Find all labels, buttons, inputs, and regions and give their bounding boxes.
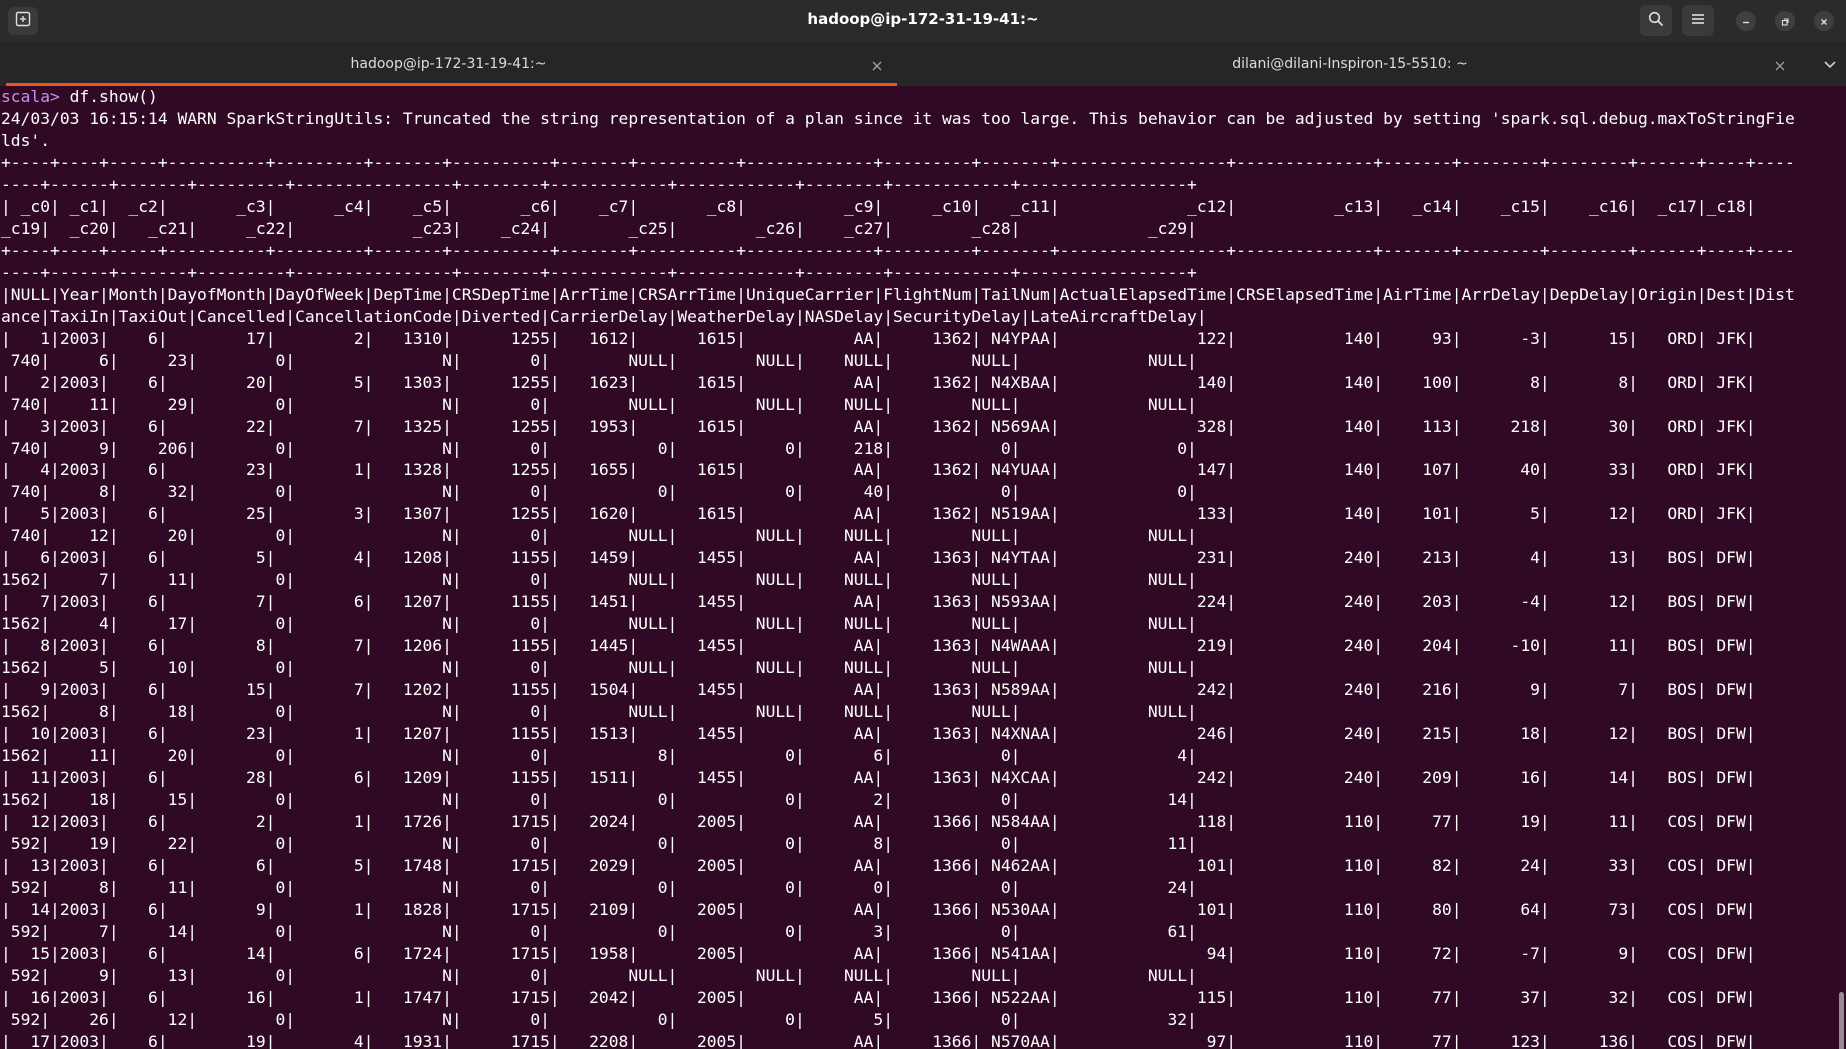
output-line: 1562| 18| 15| 0| N| 0| 0| 0| 2| 0| 14|	[1, 790, 1197, 809]
tab-dilani[interactable]: dilani@dilani-Inspiron-15-5510: ~	[897, 42, 1803, 86]
maximize-button[interactable]	[1775, 11, 1795, 31]
output-line: | 8|2003| 6| 8| 7| 1206| 1155| 1445| 145…	[1, 636, 1756, 656]
output-line: | 4|2003| 6| 23| 1| 1328| 1255| 1655| 16…	[1, 460, 1756, 480]
menu-button[interactable]	[1682, 5, 1714, 36]
search-icon	[1648, 11, 1664, 31]
close-icon	[1819, 12, 1829, 31]
tab-bar: hadoop@ip-172-31-19-41:~ dilani@dilani-I…	[0, 42, 1846, 86]
output-line: +----+----+-----+----------+---------+--…	[1, 152, 1795, 172]
output-line: ance|TaxiIn|TaxiOut|Cancelled|Cancellati…	[1, 306, 1207, 326]
command-text: df.show()	[69, 87, 158, 106]
output-line: | 14|2003| 6| 9| 1| 1828| 1715| 2109| 20…	[1, 899, 1756, 919]
output-line: 592| 26| 12| 0| N| 0| 0| 0| 5| 0| 32|	[1, 1009, 1197, 1029]
output-line: | 3|2003| 6| 22| 7| 1325| 1255| 1953| 16…	[1, 416, 1756, 436]
output-line: lds'.	[1, 130, 51, 150]
output-line: | 9|2003| 6| 15| 7| 1202| 1155| 1504| 14…	[1, 680, 1756, 700]
output-line: 1562| 7| 11| 0| N| 0| NULL| NULL| NULL| …	[1, 570, 1197, 590]
output-line: | 2|2003| 6| 20| 5| 1303| 1255| 1623| 16…	[1, 372, 1756, 392]
tab-label: hadoop@ip-172-31-19-41:~	[350, 56, 547, 72]
chevron-down-icon[interactable]	[1822, 56, 1838, 72]
prompt-line: scala> df.show()	[1, 86, 1846, 108]
output-line: | 11|2003| 6| 28| 6| 1209| 1155| 1511| 1…	[1, 768, 1756, 788]
output-line: ----+------+-------+---------+----------…	[1, 262, 1197, 282]
output-line: 1562| 4| 17| 0| N| 0| NULL| NULL| NULL| …	[1, 614, 1197, 634]
output-line: | 15|2003| 6| 14| 6| 1724| 1715| 1958| 2…	[1, 943, 1756, 963]
output-line: 592| 8| 11| 0| N| 0| 0| 0| 0| 0| 24|	[1, 877, 1197, 897]
output-line: +----+----+-----+----------+---------+--…	[1, 240, 1795, 260]
output-line: 1562| 11| 20| 0| N| 0| 8| 0| 6| 0| 4|	[1, 746, 1197, 766]
output-line: _c19| _c20| _c21| _c22| _c23| _c24| _c25…	[1, 218, 1197, 238]
output-line: 740| 11| 29| 0| N| 0| NULL| NULL| NULL| …	[1, 394, 1197, 414]
output-line: | 12|2003| 6| 2| 1| 1726| 1715| 2024| 20…	[1, 811, 1756, 831]
output-line: | 6|2003| 6| 5| 4| 1208| 1155| 1459| 145…	[1, 548, 1756, 568]
output-line: 1562| 8| 18| 0| N| 0| NULL| NULL| NULL| …	[1, 702, 1197, 722]
output-line: 1562| 5| 10| 0| N| 0| NULL| NULL| NULL| …	[1, 658, 1197, 678]
output-line: 740| 6| 23| 0| N| 0| NULL| NULL| NULL| N…	[1, 350, 1197, 370]
shell-prompt: scala>	[1, 87, 70, 106]
tab-close-icon[interactable]	[871, 57, 883, 71]
minimize-button[interactable]	[1736, 11, 1756, 31]
output-line: | 13|2003| 6| 6| 5| 1748| 1715| 2029| 20…	[1, 855, 1756, 875]
output-line: 592| 19| 22| 0| N| 0| 0| 0| 8| 0| 11|	[1, 833, 1197, 853]
output-line: | 10|2003| 6| 23| 1| 1207| 1155| 1513| 1…	[1, 724, 1756, 744]
terminal-output[interactable]: scala> df.show() 24/03/03 16:15:14 WARN S…	[0, 86, 1846, 1049]
window-title: hadoop@ip-172-31-19-41:~	[807, 10, 1039, 28]
output-line: | 7|2003| 6| 7| 6| 1207| 1155| 1451| 145…	[1, 592, 1756, 612]
output-line: 740| 12| 20| 0| N| 0| NULL| NULL| NULL| …	[1, 526, 1197, 546]
output-line: | 16|2003| 6| 16| 1| 1747| 1715| 2042| 2…	[1, 987, 1756, 1007]
output-line: | 17|2003| 6| 19| 4| 1931| 1715| 2208| 2…	[1, 1031, 1756, 1049]
output-line: 592| 9| 13| 0| N| 0| NULL| NULL| NULL| N…	[1, 965, 1197, 985]
restore-icon	[1780, 12, 1790, 31]
search-button[interactable]	[1640, 5, 1672, 36]
output-line: ----+------+-------+---------+----------…	[1, 174, 1197, 194]
output-line: | 5|2003| 6| 25| 3| 1307| 1255| 1620| 16…	[1, 504, 1756, 524]
scrollbar-thumb[interactable]	[1839, 992, 1844, 1049]
output-line: 740| 9| 206| 0| N| 0| 0| 0| 218| 0| 0|	[1, 438, 1197, 458]
tab-label: dilani@dilani-Inspiron-15-5510: ~	[1232, 56, 1468, 72]
output-line: | 1|2003| 6| 17| 2| 1310| 1255| 1612| 16…	[1, 328, 1756, 348]
hamburger-menu-icon	[1690, 11, 1706, 31]
output-line: | _c0| _c1| _c2| _c3| _c4| _c5| _c6| _c7…	[1, 196, 1756, 216]
close-button[interactable]	[1814, 11, 1834, 31]
title-bar[interactable]: hadoop@ip-172-31-19-41:~	[0, 0, 1846, 42]
minimize-icon	[1741, 12, 1751, 31]
tab-close-icon[interactable]	[1774, 57, 1786, 71]
output-line: 24/03/03 16:15:14 WARN SparkStringUtils:…	[1, 108, 1795, 128]
tab-hadoop[interactable]: hadoop@ip-172-31-19-41:~	[0, 42, 897, 86]
output-line: 592| 7| 14| 0| N| 0| 0| 0| 3| 0| 61|	[1, 921, 1197, 941]
command-output: 24/03/03 16:15:14 WARN SparkStringUtils:…	[1, 108, 1846, 1049]
terminal-window: hadoop@ip-172-31-19-41:~ hadoop@ip-172-3…	[0, 0, 1846, 1049]
output-line: |NULL|Year|Month|DayofMonth|DayOfWeek|De…	[1, 284, 1795, 304]
output-line: 740| 8| 32| 0| N| 0| 0| 0| 40| 0| 0|	[1, 482, 1197, 502]
